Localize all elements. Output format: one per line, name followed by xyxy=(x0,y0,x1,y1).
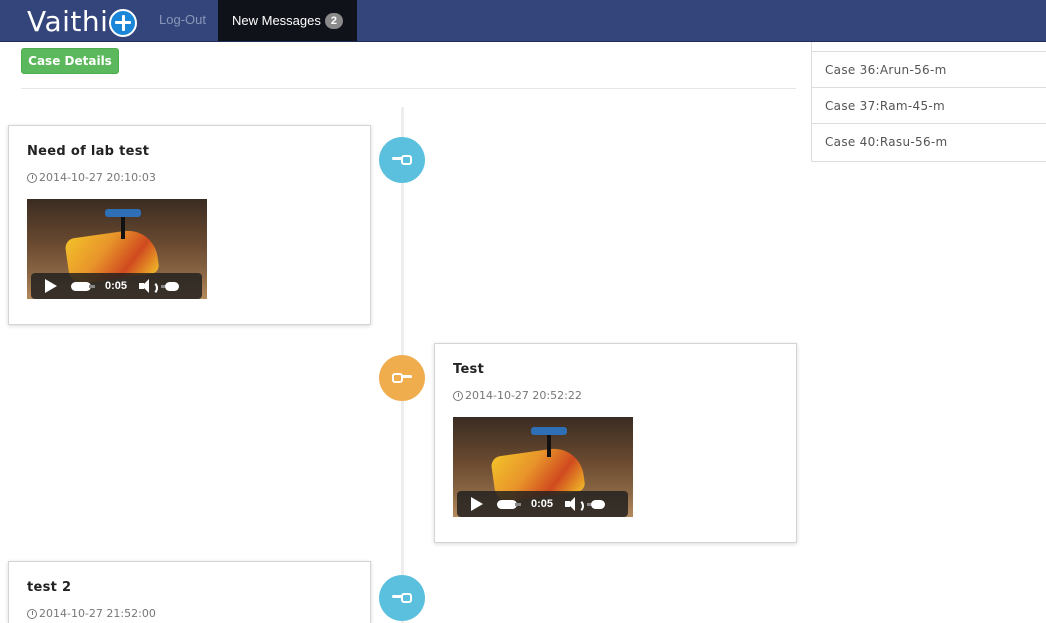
timeline-marker xyxy=(379,137,425,183)
timeline-entry: Test 2014-10-27 20:52:22 0:05 xyxy=(434,343,797,543)
seek-slider[interactable] xyxy=(71,281,95,291)
entry-timestamp: 2014-10-27 20:10:03 xyxy=(27,171,156,184)
timeline-marker xyxy=(379,355,425,401)
case-list-top xyxy=(812,42,1046,52)
video-player[interactable]: 0:05 xyxy=(453,417,633,517)
play-icon[interactable] xyxy=(45,279,57,293)
top-navbar: Vaithi Log-Out New Messages 2 xyxy=(0,0,1046,42)
hand-pointer-icon xyxy=(392,371,412,385)
entry-timestamp: 2014-10-27 20:52:22 xyxy=(453,389,582,402)
volume-icon[interactable] xyxy=(139,279,159,295)
entry-time: 2014-10-27 21:52:00 xyxy=(39,607,156,620)
entry-title: Need of lab test xyxy=(27,144,150,159)
volume-slider[interactable] xyxy=(161,281,180,291)
video-controls: 0:05 xyxy=(31,273,202,299)
entry-title: test 2 xyxy=(27,580,72,595)
clock-icon xyxy=(27,172,37,183)
case-list-item[interactable]: Case 36:Arun-56-m xyxy=(812,52,1046,88)
video-controls: 0:05 xyxy=(457,491,628,517)
clock-icon xyxy=(453,390,463,401)
case-list-item[interactable]: Case 37:Ram-45-m xyxy=(812,88,1046,124)
video-time: 0:05 xyxy=(105,280,128,292)
video-time: 0:05 xyxy=(531,498,554,510)
entry-time: 2014-10-27 20:52:22 xyxy=(465,389,582,402)
brand-logo[interactable]: Vaithi xyxy=(27,4,138,38)
case-details-button[interactable]: Case Details xyxy=(21,48,119,74)
timeline-marker xyxy=(379,575,425,621)
new-messages-label: New Messages xyxy=(232,13,321,28)
entry-time: 2014-10-27 20:10:03 xyxy=(39,171,156,184)
video-thumbnail-rotor xyxy=(531,427,567,435)
entry-title: Test xyxy=(453,362,485,377)
new-messages-link[interactable]: New Messages 2 xyxy=(218,0,357,41)
timeline-entry: Need of lab test 2014-10-27 20:10:03 0:0… xyxy=(8,125,371,325)
timeline-entry: test 2 2014-10-27 21:52:00 xyxy=(8,561,371,623)
case-list: Case 36:Arun-56-m Case 37:Ram-45-m Case … xyxy=(811,42,1046,162)
volume-icon[interactable] xyxy=(565,497,585,513)
video-thumbnail-rotor xyxy=(105,209,141,217)
seek-slider[interactable] xyxy=(497,499,521,509)
case-list-item[interactable]: Case 40:Rasu-56-m xyxy=(812,124,1046,160)
entry-timestamp: 2014-10-27 21:52:00 xyxy=(27,607,156,620)
logout-link[interactable]: Log-Out xyxy=(159,0,206,41)
messages-count-badge: 2 xyxy=(324,12,343,29)
brand-name: Vaithi xyxy=(27,4,109,38)
hand-pointer-icon xyxy=(392,153,412,167)
medical-cross-icon xyxy=(109,9,138,37)
header-divider xyxy=(21,88,796,89)
clock-icon xyxy=(27,608,37,619)
volume-slider[interactable] xyxy=(587,499,606,509)
play-icon[interactable] xyxy=(471,497,483,511)
video-player[interactable]: 0:05 xyxy=(27,199,207,299)
hand-pointer-icon xyxy=(392,591,412,605)
